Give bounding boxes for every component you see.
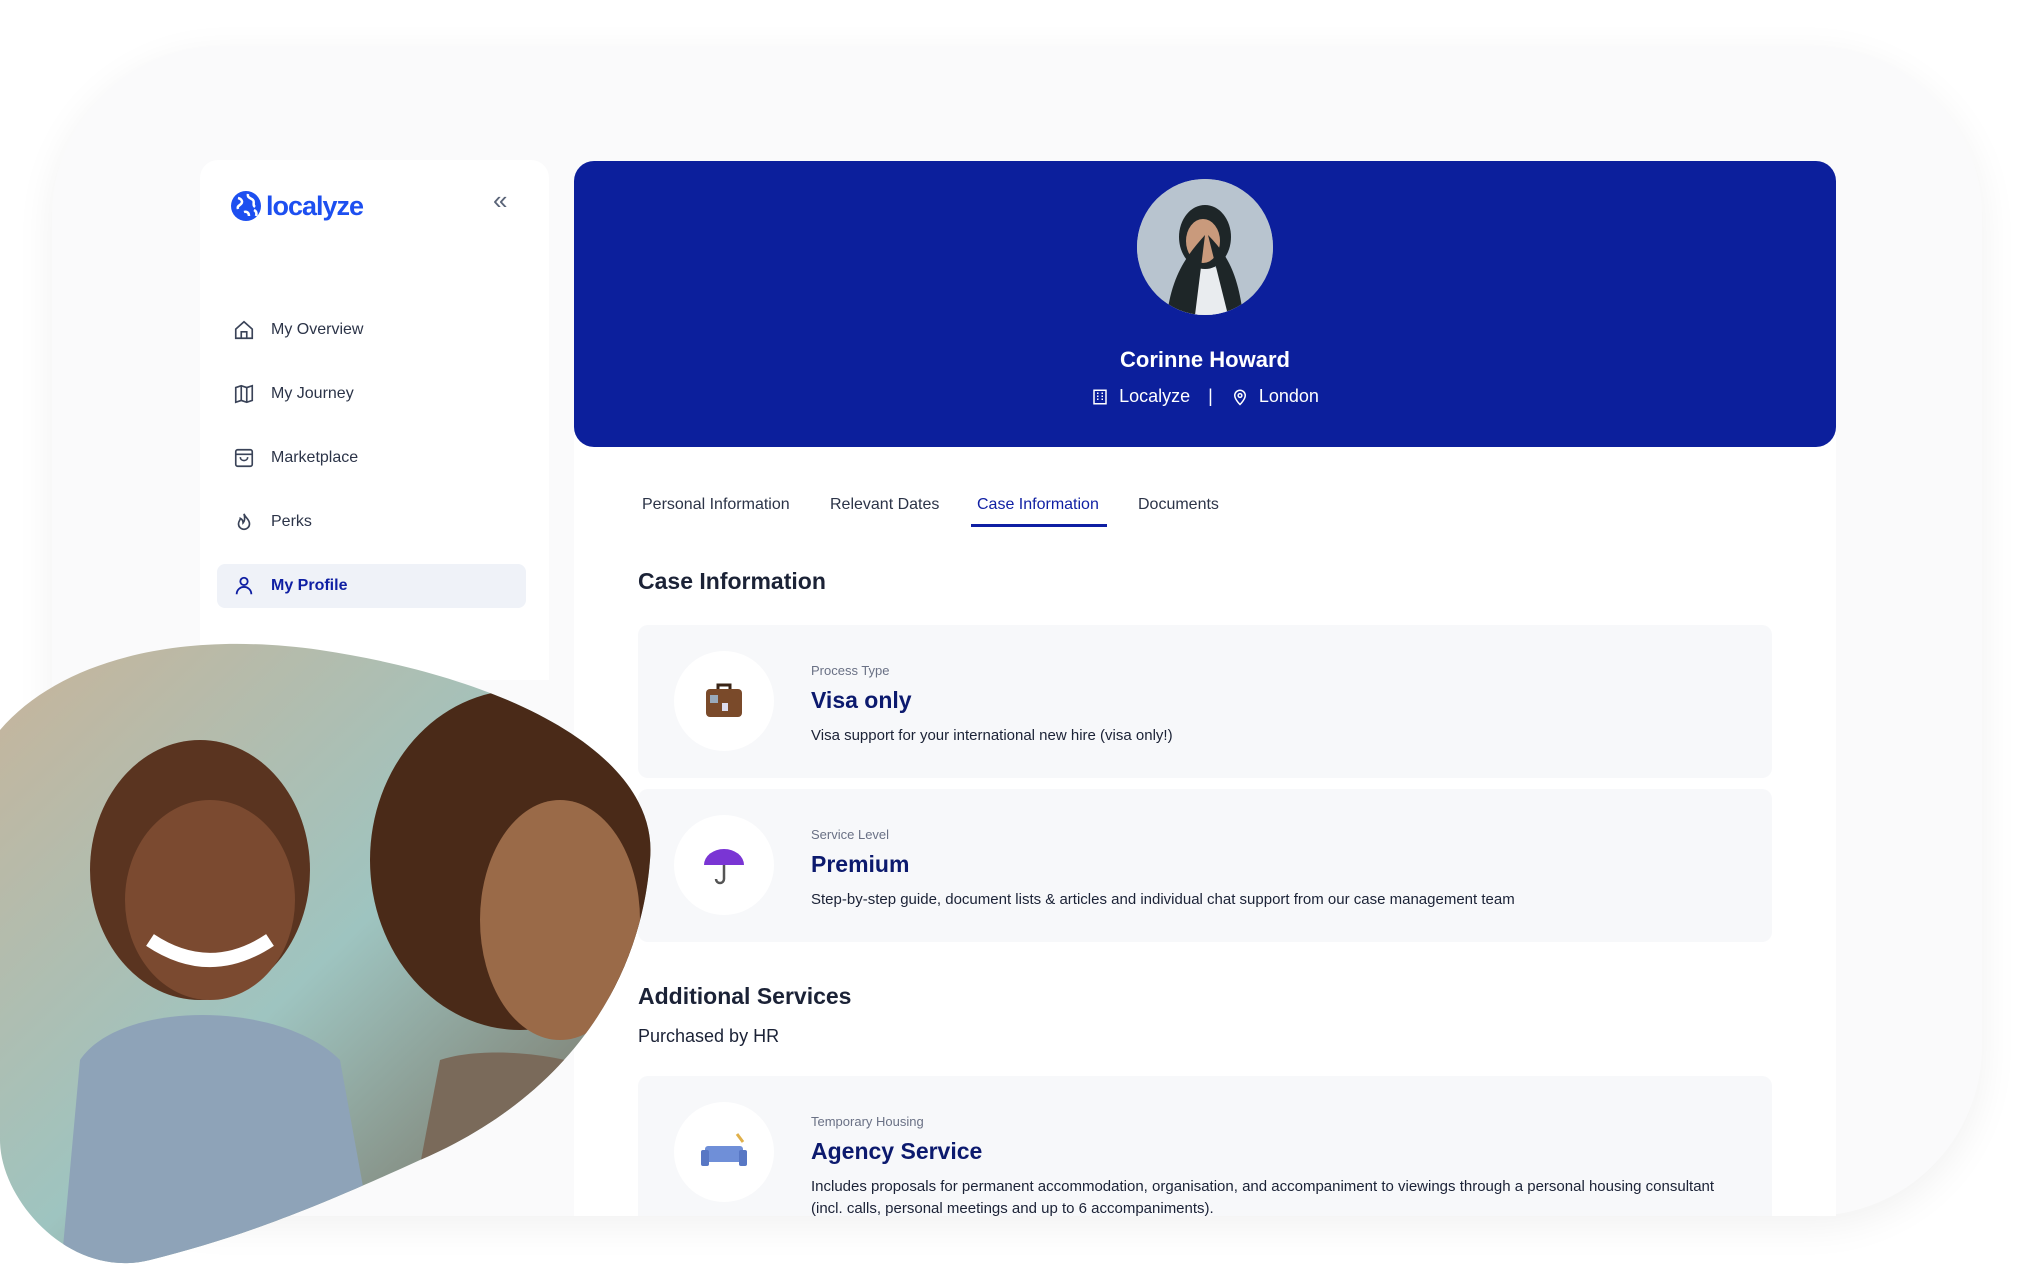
card-title: Premium xyxy=(811,851,910,877)
sidebar-item-my-profile[interactable]: My Profile xyxy=(217,564,526,608)
tab-documents[interactable]: Documents xyxy=(1138,496,1219,514)
sidebar-item-perks[interactable]: Perks xyxy=(217,500,526,544)
card-description: Includes proposals for permanent accommo… xyxy=(811,1178,1715,1217)
logo-text: localyze xyxy=(266,190,364,221)
sidebar-item-label: Marketplace xyxy=(271,449,359,466)
sidebar-item-label: My Journey xyxy=(271,385,354,402)
tab-case-information[interactable]: Case Information xyxy=(977,496,1099,514)
logo[interactable]: localyze xyxy=(230,190,364,222)
map-icon xyxy=(234,384,254,404)
tab-personal-information[interactable]: Personal Information xyxy=(642,496,790,514)
card-label: Process Type xyxy=(811,663,890,678)
shopping-bag-icon xyxy=(234,448,254,468)
location-pin-icon xyxy=(1233,389,1246,406)
sidebar-item-marketplace[interactable]: Marketplace xyxy=(217,436,526,480)
profile-location: London xyxy=(1258,386,1319,406)
suitcase-icon xyxy=(674,651,774,751)
flame-icon xyxy=(237,513,251,531)
avatar xyxy=(1137,179,1273,315)
building-icon xyxy=(1093,389,1107,404)
home-icon xyxy=(234,320,254,340)
case-card-process-type: Process Type Visa only Visa support for … xyxy=(638,625,1772,778)
sofa-icon xyxy=(674,1102,774,1202)
umbrella-icon xyxy=(674,815,774,915)
user-icon xyxy=(235,576,253,595)
chevrons-left-icon[interactable]: « xyxy=(493,185,507,216)
card-description: Visa support for your international new … xyxy=(811,727,1173,744)
card-title: Agency Service xyxy=(811,1138,983,1164)
case-card-service-level: Service Level Premium Step-by-step guide… xyxy=(638,789,1772,942)
profile-name: Corinne Howard xyxy=(1120,347,1290,372)
sidebar: localyze « My Overview My Journey Market… xyxy=(200,160,549,680)
card-description: Step-by-step guide, document lists & art… xyxy=(811,891,1515,908)
profile-banner: Corinne Howard Localyze | London xyxy=(574,161,1836,447)
card-label: Service Level xyxy=(811,827,890,842)
sidebar-item-my-overview[interactable]: My Overview xyxy=(217,308,526,352)
globe-icon xyxy=(231,191,261,221)
section-heading-case-information: Case Information xyxy=(638,568,826,594)
service-card-temporary-housing: Temporary Housing Agency Service Include… xyxy=(638,1076,1772,1217)
separator: | xyxy=(1208,386,1213,406)
card-title: Visa only xyxy=(811,687,912,713)
profile-meta: Localyze | London xyxy=(574,386,1836,407)
tab-relevant-dates[interactable]: Relevant Dates xyxy=(830,496,939,514)
sidebar-item-my-journey[interactable]: My Journey xyxy=(217,372,526,416)
active-tab-indicator xyxy=(971,524,1107,527)
sidebar-item-label: My Profile xyxy=(271,577,348,594)
section-heading-additional-services: Additional Services xyxy=(638,983,852,1009)
sidebar-item-label: Perks xyxy=(271,513,312,530)
lifestyle-photo xyxy=(0,643,651,1264)
card-label: Temporary Housing xyxy=(811,1114,924,1129)
sidebar-item-label: My Overview xyxy=(271,321,364,338)
profile-company: Localyze xyxy=(1119,386,1191,406)
